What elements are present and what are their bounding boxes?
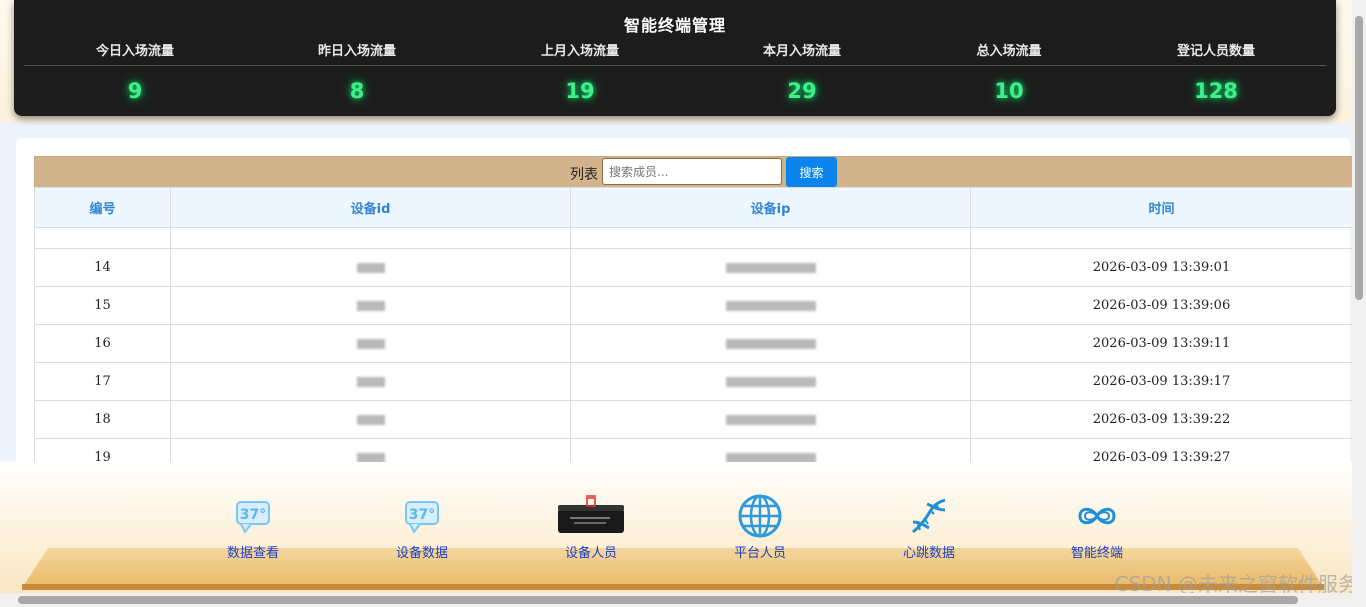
redacted-block	[725, 338, 816, 349]
stat-registered: 登记人员数量 128	[1136, 40, 1296, 103]
cell-id: 15	[34, 286, 171, 325]
nav-item-platform-staff[interactable]: 平台人员	[700, 492, 820, 561]
cell-time: 2026-03-09 13:39:06	[970, 286, 1353, 325]
stat-this-month: 本月入场流量 29	[722, 40, 882, 103]
cell-device-ip	[570, 248, 971, 287]
stat-value: 9	[127, 79, 143, 103]
redacted-block	[356, 338, 385, 349]
redacted-block	[725, 414, 816, 425]
cell-time: 2026-03-09 13:39:11	[970, 324, 1353, 363]
redacted-block	[356, 452, 385, 463]
device-table: 编号 设备id 设备ip 时间 14 2026-03-09 13:39:01 1…	[34, 187, 1353, 477]
table-row[interactable]: 17 2026-03-09 13:39:17	[34, 362, 1353, 401]
stat-today: 今日入场流量 9	[55, 40, 215, 103]
table-header-row: 编号 设备id 设备ip 时间	[34, 187, 1353, 228]
cell-time: 2026-03-09 13:39:22	[970, 400, 1353, 439]
stats-panel: 智能终端管理 今日入场流量 9 昨日入场流量 8 上月入场流量 19 本月入场流…	[14, 0, 1336, 116]
stat-value: 128	[1194, 79, 1238, 103]
table-row[interactable]: 14 2026-03-09 13:39:01	[34, 248, 1353, 287]
stat-value: 8	[349, 79, 365, 103]
redacted-block	[725, 376, 816, 387]
list-toolbar: 列表 搜索	[34, 156, 1354, 189]
list-card: 列表 搜索 编号 设备id 设备ip 时间 14 2026-03-09 13:3…	[16, 138, 1354, 478]
redacted-block	[356, 262, 385, 273]
cell-device-id	[170, 248, 571, 287]
stat-label: 本月入场流量	[762, 44, 841, 59]
cell-time: 2026-03-09 13:39:01	[970, 248, 1353, 287]
column-header-time: 时间	[970, 187, 1353, 228]
thermometer-icon: 37°	[362, 492, 482, 540]
stat-label: 昨日入场流量	[317, 44, 396, 59]
list-label: 列表	[570, 167, 598, 183]
stat-value: 19	[565, 79, 595, 103]
table-row[interactable]: 18 2026-03-09 13:39:22	[34, 400, 1353, 439]
column-header-id: 编号	[34, 187, 171, 228]
stat-label: 上月入场流量	[540, 44, 619, 59]
nav-item-data-view[interactable]: 37° 数据查看	[193, 492, 313, 561]
thermometer-icon: 37°	[193, 492, 313, 540]
cell-device-ip	[570, 400, 971, 439]
nav-label: 设备数据	[395, 546, 448, 561]
nav-label: 数据查看	[226, 546, 279, 561]
redacted-block	[725, 452, 816, 463]
table-row[interactable]: 15 2026-03-09 13:39:06	[34, 286, 1353, 325]
dna-icon	[869, 492, 989, 540]
stat-label: 登记人员数量	[1176, 44, 1255, 59]
column-header-device-ip: 设备ip	[570, 187, 971, 228]
stat-yesterday: 昨日入场流量 8	[277, 40, 437, 103]
nav-label: 平台人员	[733, 546, 786, 561]
nav-label: 智能终端	[1070, 546, 1123, 561]
cell-device-ip	[570, 286, 971, 325]
cell-device-id	[170, 400, 571, 439]
cell-device-id	[170, 286, 571, 325]
table-row[interactable]: 16 2026-03-09 13:39:11	[34, 324, 1353, 363]
redacted-block	[725, 262, 816, 273]
nav-item-device-data[interactable]: 37° 设备数据	[362, 492, 482, 561]
column-header-device-id: 设备id	[170, 187, 571, 228]
vertical-scrollbar-thumb[interactable]	[1355, 16, 1363, 300]
stat-total: 总入场流量 10	[929, 40, 1089, 103]
cell-time: 2026-03-09 13:39:17	[970, 362, 1353, 401]
horizontal-scrollbar-thumb[interactable]	[18, 596, 1298, 604]
cell-id: 17	[34, 362, 171, 401]
redacted-block	[356, 300, 385, 311]
cell-id: 16	[34, 324, 171, 363]
cell-device-ip	[570, 324, 971, 363]
nav-item-heartbeat-data[interactable]: 心跳数据	[869, 492, 989, 561]
table-row-blank	[34, 227, 1353, 249]
stat-label: 今日入场流量	[95, 44, 174, 59]
redacted-block	[356, 414, 385, 425]
page-title: 智能终端管理	[623, 16, 726, 35]
cell-device-id	[170, 324, 571, 363]
nav-item-smart-terminal[interactable]: 智能终端	[1037, 492, 1157, 561]
device-box-icon	[531, 492, 651, 540]
cell-device-ip	[570, 362, 971, 401]
nav-label: 心跳数据	[902, 546, 955, 561]
nav-item-device-staff[interactable]: 设备人员	[531, 492, 651, 561]
redacted-block	[356, 376, 385, 387]
svg-text:37°: 37°	[409, 507, 435, 523]
redacted-block	[725, 300, 816, 311]
stat-label: 总入场流量	[976, 44, 1042, 59]
stat-value: 10	[994, 79, 1024, 103]
search-input[interactable]	[602, 158, 782, 185]
stats-divider	[24, 65, 1326, 66]
search-button[interactable]: 搜索	[786, 157, 837, 187]
infinity-icon	[1037, 492, 1157, 540]
cell-id: 14	[34, 248, 171, 287]
globe-icon	[700, 492, 820, 540]
nav-label: 设备人员	[564, 546, 617, 561]
svg-text:37°: 37°	[240, 507, 266, 523]
cell-id: 18	[34, 400, 171, 439]
stat-value: 29	[787, 79, 817, 103]
stat-last-month: 上月入场流量 19	[500, 40, 660, 103]
cell-device-id	[170, 362, 571, 401]
